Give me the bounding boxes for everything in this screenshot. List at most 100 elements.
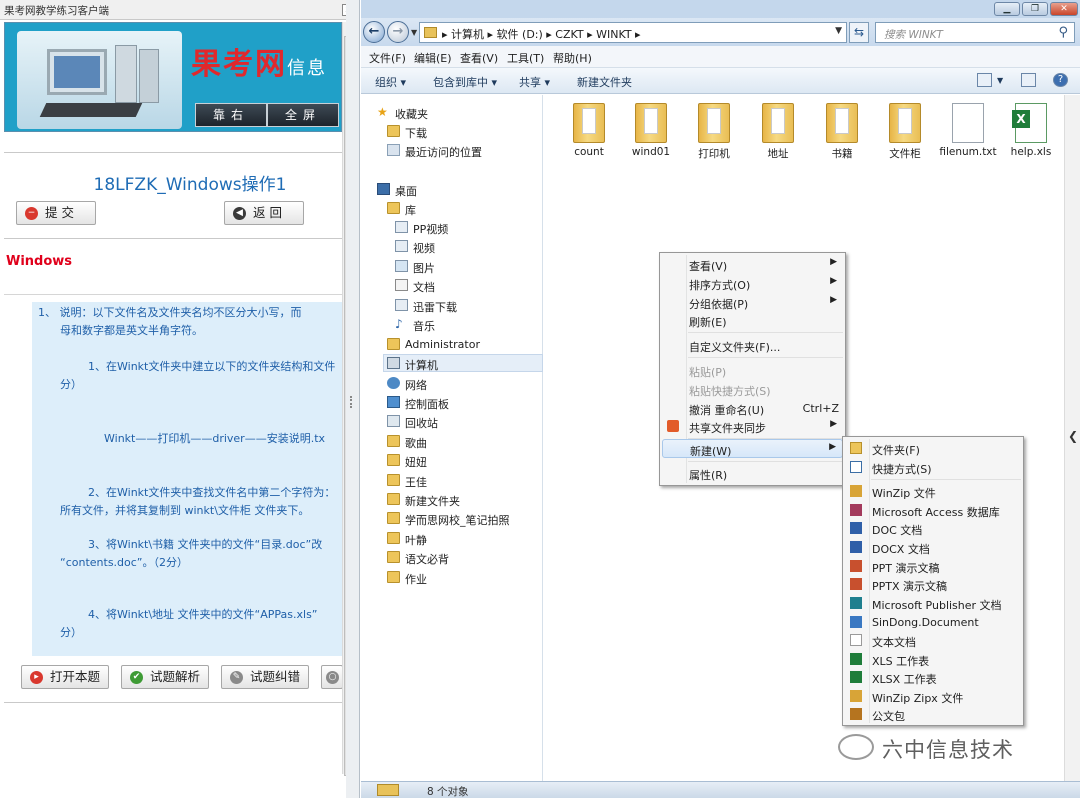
command-bar: 组织 ▾ 包含到库中 ▾ 共享 ▾ 新建文件夹 ▼ ? — [361, 68, 1080, 94]
forward-nav-button[interactable]: → — [387, 21, 409, 43]
chevron-right-icon: ▶ — [830, 419, 837, 429]
download-icon — [387, 125, 400, 137]
search-question-button[interactable]: ○ — [321, 665, 343, 689]
organize-button[interactable]: 组织 ▾ — [375, 74, 406, 90]
preview-pane-icon[interactable] — [1021, 73, 1036, 87]
question-analysis-button[interactable]: ✔ 试题解析 — [121, 665, 209, 689]
menu-item-group[interactable]: 分组依据(P) ▶ — [662, 293, 843, 312]
menu-help[interactable]: 帮助(H) — [553, 50, 592, 66]
search-icon[interactable]: ⚲ — [1058, 25, 1068, 40]
document-icon — [395, 279, 408, 291]
menu-item-share-sync[interactable]: 共享文件夹同步 ▶ — [662, 417, 843, 436]
menu-item-paste[interactable]: 粘贴(P) — [662, 361, 843, 380]
folder-icon — [635, 103, 667, 143]
menu-tools[interactable]: 工具(T) — [507, 50, 544, 66]
menu-view[interactable]: 查看(V) — [460, 50, 498, 66]
music-icon: ♪ — [395, 317, 403, 331]
new-access-item[interactable]: Microsoft Access 数据库 — [845, 501, 1021, 520]
search-input[interactable]: 搜索 WINKT ⚲ — [875, 22, 1075, 43]
help-icon[interactable]: ? — [1053, 73, 1068, 87]
winzip-icon — [850, 485, 862, 497]
folder-icon — [387, 512, 400, 524]
desktop-icon — [377, 183, 390, 195]
briefcase-icon — [850, 708, 862, 720]
new-folder-button[interactable]: 新建文件夹 — [577, 74, 632, 90]
folder-icon — [889, 103, 921, 143]
report-error-button[interactable]: ✎ 试题纠错 — [221, 665, 309, 689]
new-xls-item[interactable]: XLS 工作表 — [845, 650, 1021, 669]
refresh-button[interactable]: ⇆ — [849, 22, 869, 43]
share-button[interactable]: 共享 ▾ — [519, 74, 550, 90]
menu-item-paste-shortcut[interactable]: 粘贴快捷方式(S) — [662, 380, 843, 399]
file-item[interactable]: 打印机 — [684, 101, 744, 163]
dock-right-button[interactable]: 靠右 — [195, 103, 267, 127]
document-icon — [850, 616, 862, 628]
excel-file-icon: X — [1012, 103, 1047, 143]
new-pptx-item[interactable]: PPTX 演示文稿 — [845, 575, 1021, 594]
menu-item-properties[interactable]: 属性(R) — [662, 464, 843, 483]
view-options-icon[interactable] — [977, 73, 992, 87]
new-doc-item[interactable]: DOC 文档 — [845, 519, 1021, 538]
file-item[interactable]: filenum.txt — [938, 101, 998, 163]
tower-icon — [115, 45, 137, 103]
menu-item-undo-rename[interactable]: 撤消 重命名(U) Ctrl+Z — [662, 399, 843, 418]
right-edge-bar[interactable]: ❮ — [1064, 95, 1080, 781]
new-publisher-item[interactable]: Microsoft Publisher 文档 — [845, 594, 1021, 613]
back-button[interactable]: ◀ 返 回 — [224, 201, 304, 225]
question-text-area: 1、 说明：以下文件名及文件夹名均不区分大小写，而 母和数字都是英文半角字符。 … — [32, 302, 342, 656]
new-winzip-item[interactable]: WinZip 文件 — [845, 482, 1021, 501]
explorer-caption-bar: ▁ ❐ ✕ — [361, 0, 1080, 18]
view-options-dropdown[interactable]: ▼ — [997, 76, 1003, 85]
new-text-item[interactable]: 文本文档 — [845, 631, 1021, 650]
menubar: 文件(F) 编辑(E) 查看(V) 工具(T) 帮助(H) — [361, 46, 1080, 68]
file-item[interactable]: 书籍 — [812, 101, 872, 163]
menu-item-sort[interactable]: 排序方式(O) ▶ — [662, 274, 843, 293]
nav-computer[interactable]: 计算机 — [383, 354, 543, 372]
network-icon — [387, 377, 400, 389]
menu-item-new[interactable]: 新建(W) ▶ — [662, 439, 843, 458]
new-briefcase-item[interactable]: 公文包 — [845, 705, 1021, 724]
minimize-button[interactable]: ▁ — [994, 2, 1020, 16]
menu-item-view[interactable]: 查看(V) ▶ — [662, 255, 843, 274]
menu-edit[interactable]: 编辑(E) — [414, 50, 452, 66]
file-item[interactable]: count — [559, 101, 619, 163]
panel-splitter[interactable] — [346, 0, 360, 798]
close-window-button[interactable]: ✕ — [1050, 2, 1078, 16]
include-in-library-button[interactable]: 包含到库中 ▾ — [433, 74, 497, 90]
menu-file[interactable]: 文件(F) — [369, 50, 406, 66]
new-docx-item[interactable]: DOCX 文档 — [845, 538, 1021, 557]
splitter-grip[interactable] — [350, 396, 355, 408]
user-icon — [387, 338, 400, 350]
chevron-left-icon[interactable]: ❮ — [1068, 429, 1078, 443]
folder-icon — [698, 103, 730, 143]
library-icon — [387, 202, 400, 214]
breadcrumb[interactable]: ▸ 计算机 ▸ 软件 (D:) ▸ CZKT ▸ WINKT ▸ — [442, 26, 641, 42]
divider — [4, 152, 342, 153]
recent-pages-dropdown[interactable]: ▼ — [411, 28, 417, 37]
new-shortcut-item[interactable]: 快捷方式(S) — [845, 458, 1021, 477]
address-dropdown[interactable]: ▼ — [835, 26, 842, 36]
new-ppt-item[interactable]: PPT 演示文稿 — [845, 557, 1021, 576]
file-item[interactable]: X help.xls — [1001, 101, 1061, 163]
new-xlsx-item[interactable]: XLSX 工作表 — [845, 668, 1021, 687]
submit-button[interactable]: − 提 交 — [16, 201, 96, 225]
question-line: 2、在Winkt文件夹中查找文件名中第二个字符为： — [88, 486, 336, 499]
file-item[interactable]: 地址 — [748, 101, 808, 163]
feedback-icon: ✎ — [230, 671, 243, 684]
menu-item-customize[interactable]: 自定义文件夹(F)... — [662, 336, 843, 355]
folder-icon — [762, 103, 794, 143]
question-line: 3、将Winkt\书籍 文件夹中的文件“目录.doc”改 — [88, 538, 323, 551]
new-folder-item[interactable]: 文件夹(F) — [845, 439, 1021, 458]
back-nav-button[interactable]: ← — [363, 21, 385, 43]
fullscreen-button[interactable]: 全屏 — [267, 103, 339, 127]
maximize-button[interactable]: ❐ — [1022, 2, 1048, 16]
new-sindong-item[interactable]: SinDong.Document — [845, 613, 1021, 632]
new-zipx-item[interactable]: WinZip Zipx 文件 — [845, 687, 1021, 706]
file-item[interactable]: wind01 — [621, 101, 681, 163]
address-bar[interactable]: ▸ 计算机 ▸ 软件 (D:) ▸ CZKT ▸ WINKT ▸ ▼ — [419, 22, 847, 43]
file-item[interactable]: 文件柜 — [875, 101, 935, 163]
open-question-button[interactable]: ▸ 打开本题 — [21, 665, 109, 689]
folder-icon — [424, 27, 437, 38]
word-icon — [850, 541, 862, 553]
menu-item-refresh[interactable]: 刷新(E) — [662, 311, 843, 330]
